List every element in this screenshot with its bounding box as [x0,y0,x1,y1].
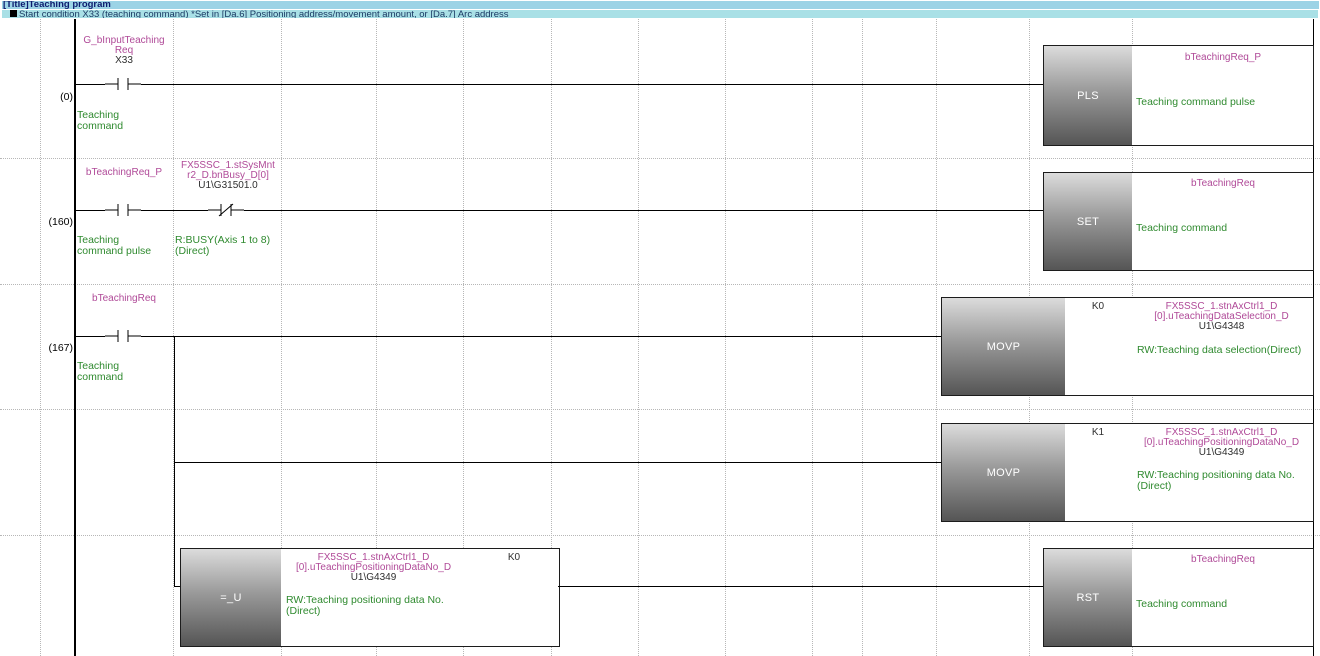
step-number: (160) [48,216,73,228]
instruction-name: MOVP [942,424,1065,521]
statement-marker-icon [10,10,17,17]
contact-label: bTeachingReq [92,293,156,304]
instruction-name: MOVP [942,298,1065,395]
operand-label: bTeachingReq [1191,554,1255,565]
instruction-name: PLS [1044,46,1132,145]
operand-label: bTeachingReq_P [1184,52,1262,63]
normally-open-contact-icon[interactable] [105,204,141,216]
step-number: (167) [48,342,73,354]
compare-operand-1: FX5SSC_1.stnAxCtrl1_D [0].uTeachingPosit… [295,552,452,583]
operand-comment: RW:Teaching positioning data No. (Direct… [1137,469,1295,492]
contact-label: G_bInputTeaching Req X33 [83,35,165,66]
movp-instruction-block-2[interactable]: MOVP K1 FX5SSC_1.stnAxCtrl1_D [0].uTeach… [941,423,1314,522]
statement-comment-text: Start condition X33 (teaching command) *… [19,10,509,18]
normally-open-contact-icon[interactable] [105,330,141,342]
operand-comment: RW:Teaching positioning data No. (Direct… [286,594,444,617]
destination-operand: FX5SSC_1.stnAxCtrl1_D [0].uTeachingDataS… [1154,301,1289,332]
destination-operand: FX5SSC_1.stnAxCtrl1_D [0].uTeachingPosit… [1143,427,1300,458]
normally-open-contact-icon[interactable] [105,78,141,90]
instruction-name: SET [1044,173,1132,270]
compare-operand-2: K0 [507,552,521,563]
branch-wire [174,336,175,586]
source-operand: K1 [1091,427,1105,438]
instruction-name: RST [1044,549,1132,646]
operand-comment: Teaching command pulse [1136,96,1256,108]
operand-label: bTeachingReq [1191,178,1255,189]
step-number: (0) [60,91,73,103]
left-power-rail [74,19,76,656]
operand-comment: Teaching command [1136,598,1228,610]
instruction-name: =_U [181,549,281,646]
contact-comment: Teaching command pulse [77,234,152,257]
movp-instruction-block[interactable]: MOVP K0 FX5SSC_1.stnAxCtrl1_D [0].uTeach… [941,297,1314,396]
operand-comment: RW:Teaching data selection(Direct) [1137,344,1302,356]
compare-instruction-block[interactable]: =_U FX5SSC_1.stnAxCtrl1_D [0].uTeachingP… [180,548,560,647]
rst-instruction-block[interactable]: RST bTeachingReq Teaching command [1043,548,1314,647]
contact-label: bTeachingReq_P [85,167,163,178]
source-operand: K0 [1091,301,1105,312]
pls-instruction-block[interactable]: PLS bTeachingReq_P Teaching command puls… [1043,45,1314,146]
contact-comment: Teaching command [77,109,124,132]
contact-comment: Teaching command [77,360,124,383]
operand-comment: Teaching command [1136,222,1228,234]
contact-label: FX5SSC_1.stSysMnt r2_D.bnBusy_D[0] U1\G3… [181,160,275,191]
contact-comment: R:BUSY(Axis 1 to 8) (Direct) [175,234,271,257]
program-title: [Title]Teaching program [2,1,1319,9]
normally-closed-contact-icon[interactable] [208,203,244,217]
set-instruction-block[interactable]: SET bTeachingReq Teaching command [1043,172,1314,271]
statement-comment: Start condition X33 (teaching command) *… [2,10,1318,18]
